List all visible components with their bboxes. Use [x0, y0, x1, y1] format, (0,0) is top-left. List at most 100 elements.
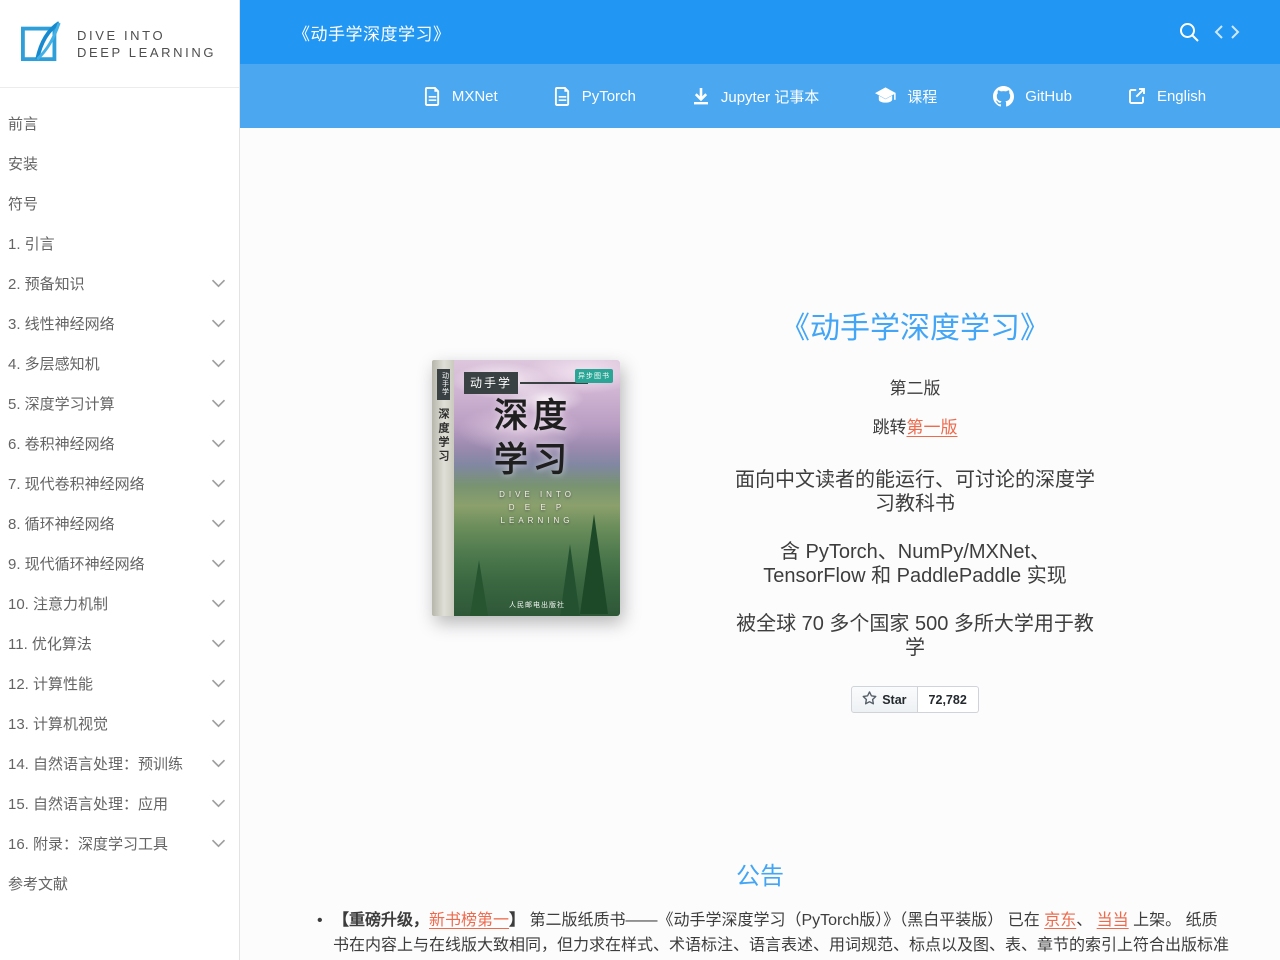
announcement-link[interactable]: 当当	[1097, 912, 1129, 929]
sidebar-item[interactable]: 2. 预备知识	[0, 263, 239, 303]
announcements-heading: 公告	[240, 856, 1280, 891]
frameworks-line: 含 PyTorch、NumPy/MXNet、 TensorFlow 和 Padd…	[725, 540, 1105, 588]
sidebar-item-label: 13. 计算机视觉	[8, 713, 108, 734]
sidebar-item-label: 前言	[8, 113, 38, 134]
chevron-down-icon[interactable]	[211, 519, 226, 528]
chevron-down-icon[interactable]	[211, 279, 226, 288]
nav-item-jupyter[interactable]: Jupyter 记事本	[692, 86, 819, 107]
nav-item-label: English	[1157, 88, 1206, 105]
sidebar-item[interactable]: 12. 计算性能	[0, 663, 239, 703]
announcement-item: 【重磅升级，新书榜第一】 第二版纸质书——《动手学深度学习（PyTorch版）》…	[333, 908, 1230, 960]
book-spine: 动手学 深度学习	[432, 360, 454, 616]
sidebar-item-label: 3. 线性神经网络	[8, 313, 115, 334]
announcement-text: 【重磅升级，	[333, 912, 429, 929]
sidebar-item[interactable]: 16. 附录：深度学习工具	[0, 823, 239, 863]
app-header: 《动手学深度学习》	[240, 0, 1280, 64]
github-star-widget[interactable]: Star 72,782	[851, 686, 979, 713]
chevron-down-icon[interactable]	[211, 679, 226, 688]
spine-title: 深度学习	[435, 408, 451, 464]
sidebar-item[interactable]: 8. 循环神经网络	[0, 503, 239, 543]
sidebar-item-label: 10. 注意力机制	[8, 593, 108, 614]
chevron-down-icon[interactable]	[211, 759, 226, 768]
code-icon[interactable]	[1214, 24, 1240, 40]
chevron-down-icon[interactable]	[211, 719, 226, 728]
spine-badge: 动手学	[437, 369, 450, 400]
sidebar-item-label: 安装	[8, 153, 38, 174]
main-area: 《动手学深度学习》 MXNet PyTorch Jupyter 记事本 课程 GitHu…	[240, 0, 1280, 960]
sidebar-item[interactable]: 前言	[0, 103, 239, 143]
sidebar-item-label: 7. 现代卷积神经网络	[8, 473, 145, 494]
sidebar-item[interactable]: 符号	[0, 183, 239, 223]
sidebar-item-label: 8. 循环神经网络	[8, 513, 115, 534]
sidebar-item[interactable]: 11. 优化算法	[0, 623, 239, 663]
announcements-section: 公告 【重磅升级，新书榜第一】 第二版纸质书——《动手学深度学习（PyTorch…	[240, 856, 1280, 960]
sidebar-item[interactable]: 14. 自然语言处理：预训练	[0, 743, 239, 783]
chevron-down-icon[interactable]	[211, 559, 226, 568]
sidebar-item[interactable]: 9. 现代循环神经网络	[0, 543, 239, 583]
nav-item-label: 课程	[907, 86, 937, 107]
sidebar-item-label: 11. 优化算法	[8, 633, 92, 654]
chevron-down-icon[interactable]	[211, 319, 226, 328]
nav-item-courses[interactable]: 课程	[875, 86, 937, 107]
content: 动手学 深度学习 动手学 深度 学习 DIVE INTO D E E P LEA…	[240, 128, 1280, 960]
github-icon	[993, 86, 1014, 107]
sidebar-item[interactable]: 10. 注意力机制	[0, 583, 239, 623]
jump-prefix: 跳转	[873, 418, 907, 437]
chevron-down-icon[interactable]	[211, 799, 226, 808]
tree-art	[580, 514, 608, 614]
nav-item-label: MXNet	[452, 88, 498, 105]
nav-item-english[interactable]: English	[1128, 87, 1206, 105]
announcement-link[interactable]: 新书榜第一	[429, 912, 509, 929]
nav-item-pytorch[interactable]: PyTorch	[554, 87, 636, 106]
sidebar-item-label: 5. 深度学习计算	[8, 393, 115, 414]
cover-badge: 动手学	[464, 372, 518, 394]
sidebar-item[interactable]: 安装	[0, 143, 239, 183]
chevron-down-icon[interactable]	[211, 839, 226, 848]
sidebar-item[interactable]: 13. 计算机视觉	[0, 703, 239, 743]
chevron-down-icon[interactable]	[211, 639, 226, 648]
download-icon	[692, 87, 710, 105]
adoption-line: 被全球 70 多个国家 500 多所大学用于教 学	[725, 612, 1105, 660]
book-front: 动手学 深度 学习 DIVE INTO D E E P LEARNING 异步图…	[454, 360, 620, 616]
logo-text: DIVE INTO DEEP LEARNING	[77, 27, 216, 61]
announcement-link[interactable]: 京东	[1044, 912, 1076, 929]
chevron-down-icon[interactable]	[211, 399, 226, 408]
nav-item-label: PyTorch	[582, 88, 636, 105]
search-icon[interactable]	[1178, 21, 1200, 43]
sidebar-item-label: 12. 计算性能	[8, 673, 93, 694]
hero-title: 《动手学深度学习》	[725, 303, 1105, 347]
sidebar-item-label: 9. 现代循环神经网络	[8, 553, 145, 574]
nav-item-mxnet[interactable]: MXNet	[424, 87, 498, 106]
sidebar-item[interactable]: 参考文献	[0, 863, 239, 903]
launch-icon	[1128, 87, 1146, 105]
star-icon	[862, 691, 877, 709]
sidebar-item[interactable]: 7. 现代卷积神经网络	[0, 463, 239, 503]
tagline: 面向中文读者的能运行、可讨论的深度学 习教科书	[725, 468, 1105, 516]
nav-item-github[interactable]: GitHub	[993, 86, 1072, 107]
sidebar-item[interactable]: 3. 线性神经网络	[0, 303, 239, 343]
sidebar-item[interactable]: 15. 自然语言处理：应用	[0, 783, 239, 823]
pdf-icon	[554, 87, 571, 106]
sidebar-item[interactable]: 1. 引言	[0, 223, 239, 263]
star-count[interactable]: 72,782	[918, 686, 979, 713]
nav-item-label: GitHub	[1025, 88, 1072, 105]
chevron-down-icon[interactable]	[211, 439, 226, 448]
chevron-down-icon[interactable]	[211, 359, 226, 368]
cover-title: 深度 学习	[494, 394, 572, 482]
school-icon	[875, 87, 896, 105]
pdf-icon	[424, 87, 441, 106]
sidebar-item[interactable]: 6. 卷积神经网络	[0, 423, 239, 463]
first-edition-link[interactable]: 第一版	[907, 418, 958, 437]
sidebar-item[interactable]: 5. 深度学习计算	[0, 383, 239, 423]
logo[interactable]: DIVE INTO DEEP LEARNING	[0, 0, 239, 88]
sidebar: DIVE INTO DEEP LEARNING 前言安装符号1. 引言2. 预备…	[0, 0, 240, 960]
sidebar-item[interactable]: 4. 多层感知机	[0, 343, 239, 383]
chevron-down-icon[interactable]	[211, 479, 226, 488]
jump-line: 跳转第一版	[725, 413, 1105, 438]
star-label: Star	[882, 693, 906, 707]
announcements-list: 【重磅升级，新书榜第一】 第二版纸质书——《动手学深度学习（PyTorch版）》…	[333, 908, 1230, 960]
chevron-down-icon[interactable]	[211, 599, 226, 608]
sidebar-item-label: 14. 自然语言处理：预训练	[8, 753, 183, 774]
sidebar-item-label: 4. 多层感知机	[8, 353, 100, 374]
star-button[interactable]: Star	[851, 686, 917, 713]
